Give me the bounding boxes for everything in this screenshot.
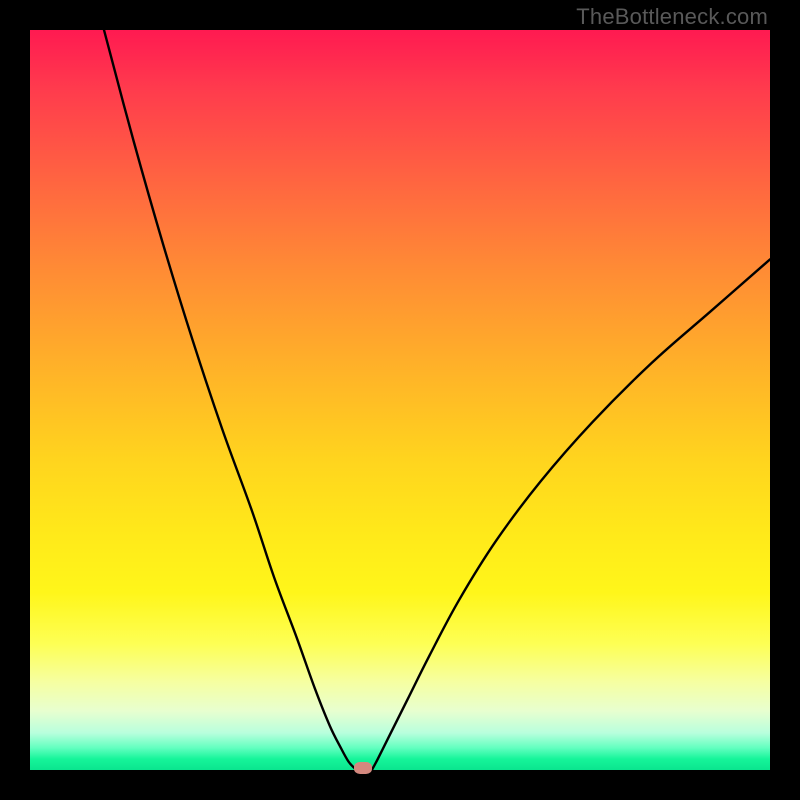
right-branch-curve: [372, 259, 770, 770]
watermark-text: TheBottleneck.com: [576, 4, 768, 30]
chart-frame: TheBottleneck.com: [0, 0, 800, 800]
left-branch-curve: [104, 30, 358, 770]
curve-layer: [30, 30, 770, 770]
plot-area: [30, 30, 770, 770]
minimum-marker: [354, 762, 372, 774]
